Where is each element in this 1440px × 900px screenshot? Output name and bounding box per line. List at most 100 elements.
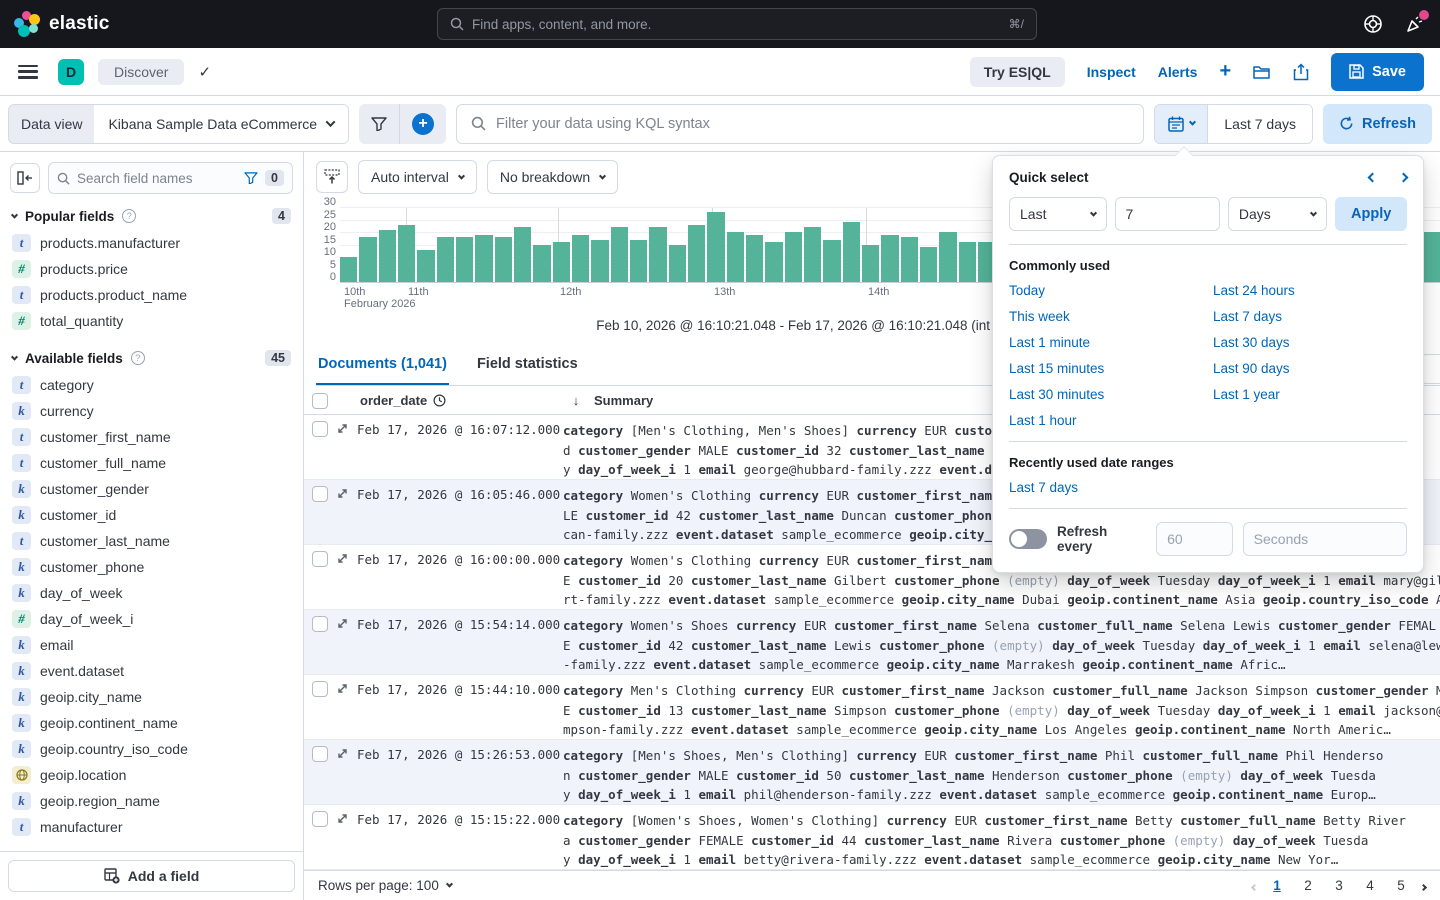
elastic-logo[interactable]: elastic [14,11,110,37]
quick-range-link[interactable]: Last 7 days [1213,309,1409,324]
previous-page-button[interactable] [1252,878,1257,893]
histogram-bar[interactable] [572,235,589,283]
histogram-bar[interactable] [340,257,357,282]
field-item[interactable]: kcustomer_id [6,502,297,528]
histogram-bar[interactable] [591,240,608,283]
expand-document-icon[interactable] [336,487,349,500]
field-item[interactable]: kgeoip.country_iso_code [6,736,297,762]
histogram-bar[interactable] [804,227,821,282]
field-item[interactable]: tcustomer_first_name [6,424,297,450]
histogram-bar[interactable] [456,237,473,282]
next-time-window-icon[interactable] [1399,173,1409,183]
histogram-bar[interactable] [1422,232,1439,282]
quick-select-tense[interactable]: Last [1009,197,1107,231]
histogram-bar[interactable] [939,232,956,282]
quick-range-link[interactable]: This week [1009,309,1213,324]
quick-range-link[interactable]: Last 1 minute [1009,335,1213,350]
histogram-bar[interactable] [514,227,531,282]
share-icon[interactable] [1293,63,1309,81]
field-item[interactable]: #total_quantity [6,308,297,334]
kql-query-input[interactable]: Filter your data using KQL syntax [456,104,1144,144]
histogram-bar[interactable] [359,237,376,282]
new-session-icon[interactable]: + [1219,60,1231,83]
table-row[interactable]: Feb 17, 2026 @ 15:26:53.000category [Men… [304,740,1440,805]
histogram-bar[interactable] [630,240,647,283]
breakdown-select[interactable]: No breakdown [487,160,618,194]
hide-chart-button[interactable] [316,161,348,193]
quick-range-link[interactable]: Last 90 days [1213,361,1409,376]
field-search-input[interactable]: Search field names 0 [48,162,293,194]
page-3-button[interactable]: 3 [1328,875,1350,897]
table-row[interactable]: Feb 17, 2026 @ 15:54:14.000category Wome… [304,610,1440,675]
page-2-button[interactable]: 2 [1297,875,1319,897]
histogram-bar[interactable] [649,227,666,282]
recent-range-link[interactable]: Last 7 days [1009,480,1213,495]
refresh-unit-select[interactable]: Seconds [1243,522,1407,556]
open-folder-icon[interactable] [1253,64,1271,80]
field-item[interactable]: tproducts.manufacturer [6,230,297,256]
field-item[interactable]: #products.price [6,256,297,282]
save-button[interactable]: Save [1331,53,1424,91]
row-checkbox[interactable] [312,616,328,632]
inspect-button[interactable]: Inspect [1087,64,1136,80]
select-all-checkbox[interactable] [312,393,328,409]
data-view-picker[interactable]: Data view Kibana Sample Data eCommerce [8,104,349,144]
rows-per-page-select[interactable]: Rows per page: 100 [318,878,452,893]
quick-range-link[interactable]: Today [1009,283,1213,298]
date-quick-menu-button[interactable] [1155,105,1207,143]
alerts-button[interactable]: Alerts [1158,64,1198,80]
histogram-bar[interactable] [688,225,705,283]
collapse-sidebar-button[interactable] [10,163,40,193]
field-item[interactable]: tcategory [6,372,297,398]
try-esql-button[interactable]: Try ES|QL [970,57,1065,87]
apply-button[interactable]: Apply [1335,197,1407,231]
field-item[interactable]: kgeoip.region_name [6,788,297,814]
expand-document-icon[interactable] [336,812,349,825]
histogram-bar[interactable] [881,235,898,283]
field-item[interactable]: kgeoip.continent_name [6,710,297,736]
quick-range-link[interactable]: Last 30 days [1213,335,1409,350]
field-item[interactable]: kcustomer_phone [6,554,297,580]
add-filter-button[interactable]: + [400,104,446,144]
histogram-bar[interactable] [553,242,570,282]
histogram-bar[interactable] [707,212,724,282]
table-row[interactable]: Feb 17, 2026 @ 15:15:22.000category [Wom… [304,805,1440,870]
menu-icon[interactable] [18,65,38,79]
field-item[interactable]: #day_of_week_i [6,606,297,632]
histogram-bar[interactable] [475,235,492,283]
row-checkbox[interactable] [312,681,328,697]
row-checkbox[interactable] [312,486,328,502]
histogram-bar[interactable] [417,250,434,283]
saved-state-check-icon[interactable]: ✓ [198,63,211,81]
histogram-bar[interactable] [398,225,415,283]
quick-range-link[interactable]: Last 1 year [1213,387,1409,402]
histogram-bar[interactable] [785,232,802,282]
page-1-button[interactable]: 1 [1266,875,1288,897]
row-checkbox[interactable] [312,811,328,827]
field-item[interactable]: kcurrency [6,398,297,424]
row-checkbox[interactable] [312,421,328,437]
field-item[interactable]: kcustomer_gender [6,476,297,502]
tab-field-statistics[interactable]: Field statistics [475,352,580,385]
space-avatar[interactable]: D [58,59,84,85]
page-5-button[interactable]: 5 [1390,875,1412,897]
histogram-bar[interactable] [920,247,937,282]
previous-time-window-icon[interactable] [1368,173,1378,183]
time-range-button[interactable]: Last 7 days [1207,105,1312,143]
breadcrumb[interactable]: Discover [98,59,184,85]
histogram-bar[interactable] [959,242,976,282]
interval-select[interactable]: Auto interval [358,160,477,194]
histogram-bar[interactable] [727,232,744,282]
available-fields-header[interactable]: Available fields ? 45 [0,342,303,370]
sort-descending-icon[interactable]: ↓ [566,393,586,408]
quick-range-link[interactable]: Last 1 hour [1009,413,1213,428]
field-item[interactable]: kgeoip.city_name [6,684,297,710]
expand-document-icon[interactable] [336,422,349,435]
field-item[interactable]: tproducts.product_name [6,282,297,308]
histogram-bar[interactable] [765,242,782,282]
field-item[interactable]: tmanufacturer [6,814,297,840]
refresh-every-toggle[interactable] [1009,529,1047,549]
order-date-column-header[interactable]: order_date [360,393,427,408]
expand-document-icon[interactable] [336,747,349,760]
add-field-button[interactable]: Add a field [8,860,295,892]
